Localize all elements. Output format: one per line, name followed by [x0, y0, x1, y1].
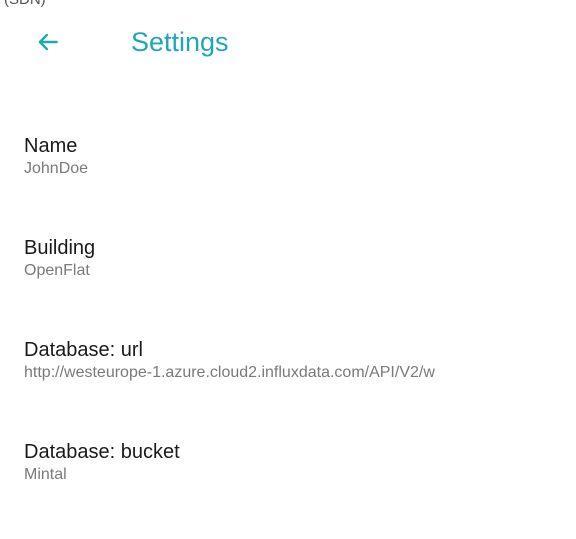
pref-summary: JohnDoe — [24, 160, 89, 177]
pref-title: Building — [24, 237, 96, 259]
pref-summary: http://westeurope-1.azure.cloud2.influxd… — [24, 364, 435, 381]
pref-summary: Mintal — [24, 466, 67, 483]
pref-title: Name — [24, 135, 78, 157]
pref-building[interactable]: Building OpenFlat — [0, 233, 576, 335]
pref-database-bucket[interactable]: Database: bucket Mintal — [0, 437, 576, 539]
arrow-left-icon — [38, 33, 58, 51]
app-bar: Settings — [0, 18, 576, 66]
pref-title: Database: url — [24, 339, 143, 361]
back-button[interactable] — [30, 24, 66, 60]
pref-title: Database: bucket — [24, 441, 180, 463]
status-partial-text: (SDN) — [4, 0, 46, 8]
page-title: Settings — [131, 27, 229, 57]
pref-database-url[interactable]: Database: url http://westeurope-1.azure.… — [0, 335, 576, 437]
pref-name[interactable]: Name JohnDoe — [0, 131, 576, 233]
status-strip: (SDN) — [0, 0, 120, 8]
pref-summary: OpenFlat — [24, 262, 90, 279]
settings-list: Name JohnDoe Building OpenFlat Database:… — [0, 131, 576, 539]
